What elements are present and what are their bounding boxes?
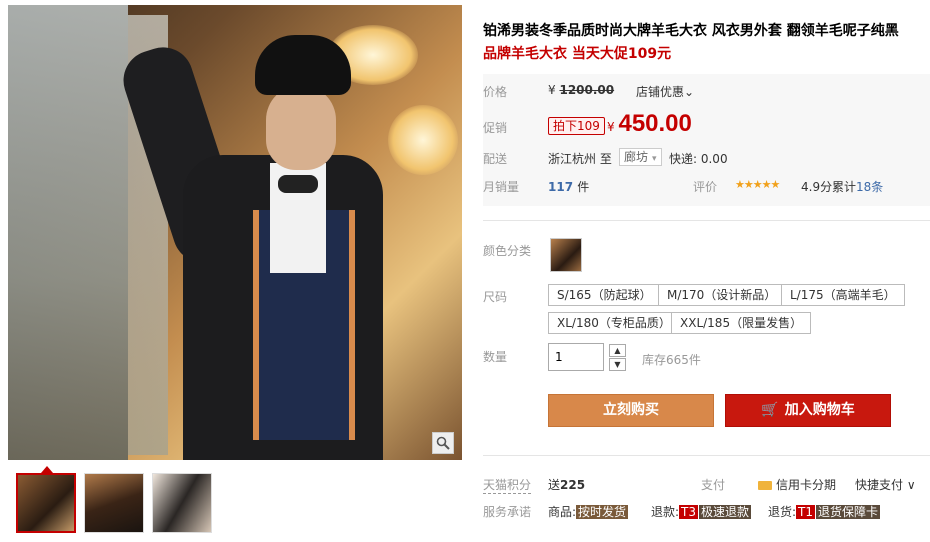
express-fee: 快递: 0.00	[669, 152, 728, 166]
service-return-prefix: 退货:	[768, 505, 797, 519]
credit-installment[interactable]: 信用卡分期	[758, 476, 836, 493]
original-price: ¥ 1200.00	[548, 83, 614, 97]
size-label: 尺码	[483, 290, 508, 304]
model-bowtie	[278, 175, 318, 193]
monthly-sales-label: 月销量	[483, 180, 520, 194]
size-option[interactable]: M/170（设计新品）	[658, 284, 786, 306]
promo-tag: 拍下109	[548, 117, 605, 135]
shop-discount-label: 店铺优惠	[636, 85, 685, 99]
monthly-sales-unit: 件	[577, 180, 590, 194]
rating-stars-icon: ★★★★★	[735, 178, 780, 191]
service-label: 服务承诺	[483, 505, 532, 519]
ship-to-word: 至	[599, 152, 612, 166]
promo-price-value: 450.00	[618, 110, 692, 137]
payment-label: 支付	[701, 478, 726, 492]
add-to-cart-button[interactable]: 🛒 加入购物车	[725, 394, 891, 427]
color-swatch-black[interactable]	[550, 238, 582, 272]
model-figure	[115, 35, 383, 460]
shipping-label: 配送	[483, 152, 508, 166]
stock-count: 库存665件	[642, 353, 701, 367]
credit-installment-label: 信用卡分期	[776, 478, 837, 492]
currency-symbol: ¥	[548, 83, 556, 97]
color-label: 颜色分类	[483, 244, 532, 258]
original-price-value: 1200.00	[559, 83, 615, 97]
divider	[483, 220, 930, 221]
main-product-image[interactable]	[8, 5, 462, 460]
background-window	[8, 5, 128, 460]
currency-symbol: ¥	[607, 120, 615, 134]
service-goods[interactable]: 商品: 按时发货	[548, 503, 629, 520]
divider	[483, 455, 930, 456]
model-head	[266, 85, 336, 170]
thumbnail-3[interactable]	[152, 473, 212, 533]
buy-now-button[interactable]: 立刻购买	[548, 394, 714, 427]
thumbnail-2[interactable]	[84, 473, 144, 533]
rating-score: 4.9分	[801, 180, 833, 194]
chevron-down-icon: ∨	[906, 478, 916, 492]
points-prefix: 送	[548, 478, 561, 492]
points-amount: 225	[560, 478, 586, 492]
reviews-count: 18条	[856, 180, 884, 194]
service-return-code: T1	[796, 505, 816, 519]
cart-icon: 🛒	[761, 402, 779, 418]
monthly-sales-count: 117	[548, 180, 574, 194]
reviews-link[interactable]: 累计18条	[832, 178, 883, 195]
thumbnail-1[interactable]	[16, 473, 76, 533]
service-refund-tag: 极速退款	[699, 505, 752, 519]
size-option[interactable]: XL/180（专柜品质）	[548, 312, 680, 334]
size-option[interactable]: S/165（防起球）	[548, 284, 661, 306]
background-lamp	[388, 105, 458, 175]
service-goods-prefix: 商品:	[548, 505, 577, 519]
promo-label: 促销	[483, 121, 508, 135]
ship-from: 浙江杭州 至	[548, 150, 612, 167]
product-subtitle: 品牌羊毛大衣 当天大促109元	[483, 46, 672, 62]
size-option[interactable]: XXL/185（限量发售）	[671, 312, 812, 334]
rating-label: 评价	[693, 180, 718, 194]
shop-discount-dropdown[interactable]: 店铺优惠⌄	[636, 83, 694, 100]
service-refund[interactable]: 退款: T3 极速退款	[651, 503, 752, 520]
reviews-prefix: 累计	[832, 180, 857, 194]
credit-card-icon	[758, 481, 772, 490]
chevron-down-icon: ⌄	[684, 85, 695, 99]
quick-pay-label: 快捷支付	[855, 478, 904, 492]
quantity-increase-button[interactable]: ▲	[609, 344, 626, 357]
service-refund-prefix: 退款:	[651, 505, 680, 519]
monthly-sales: 117 件	[548, 178, 589, 195]
model-hat	[255, 35, 351, 95]
product-title: 铂浠男装冬季品质时尚大牌羊毛大衣 风衣男外套 翻领羊毛呢子纯黑	[483, 23, 899, 39]
add-to-cart-label: 加入购物车	[784, 402, 855, 418]
points-label[interactable]: 天猫积分	[483, 476, 532, 494]
promo-price: ¥ 450.00	[607, 110, 692, 138]
thumbnail-strip	[16, 473, 212, 533]
service-return[interactable]: 退货: T1 退货保障卡	[768, 503, 881, 520]
size-option[interactable]: L/175（高端羊毛）	[781, 284, 905, 306]
quick-pay-dropdown[interactable]: 快捷支付 ∨	[855, 476, 916, 493]
ship-to-city: 廊坊	[624, 150, 649, 164]
service-return-tag: 退货保障卡	[816, 505, 881, 519]
quantity-decrease-button[interactable]: ▼	[609, 358, 626, 371]
points-value: 送225	[548, 476, 585, 493]
ship-to-select[interactable]: 廊坊 ▾	[619, 148, 662, 166]
chevron-down-icon: ▾	[652, 154, 657, 164]
quantity-label: 数量	[483, 350, 508, 364]
quantity-input[interactable]	[548, 343, 604, 371]
service-refund-code: T3	[679, 505, 699, 519]
zoom-icon[interactable]	[432, 432, 454, 454]
service-goods-tag: 按时发货	[576, 505, 629, 519]
thumbnail-pointer-icon	[41, 466, 53, 473]
ship-from-city: 浙江杭州	[548, 152, 597, 166]
price-label: 价格	[483, 85, 508, 99]
